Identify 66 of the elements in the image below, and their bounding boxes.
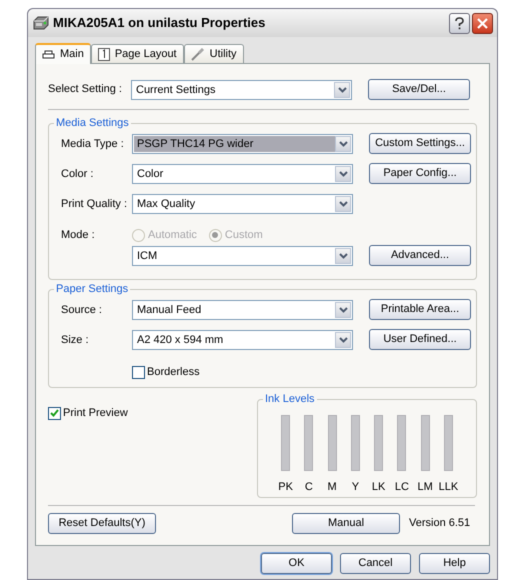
button[interactable]: User Defined...: [369, 329, 471, 350]
dropdown[interactable]: Manual Feed: [132, 300, 353, 320]
ink-label: LLK: [438, 480, 458, 494]
ink-bar: [350, 415, 360, 471]
ink-label: Y: [352, 480, 360, 494]
button[interactable]: Reset Defaults(Y): [48, 513, 156, 534]
field-label: Size :: [61, 333, 90, 348]
dropdown-value: ICM: [136, 249, 158, 264]
dropdown[interactable]: Color: [132, 164, 353, 184]
printer-icon: [32, 15, 50, 31]
button[interactable]: Paper Config...: [369, 163, 471, 184]
field-label: Media Type :: [61, 137, 125, 152]
ink-label: C: [304, 480, 313, 494]
dropdown-value: A2 420 x 594 mm: [136, 333, 224, 348]
dropdown[interactable]: Current Settings: [131, 80, 352, 100]
close-button[interactable]: [472, 12, 493, 34]
wrench-icon: [190, 48, 205, 60]
dropdown-value: Manual Feed: [136, 303, 202, 318]
checkbox[interactable]: Print Preview: [48, 405, 128, 422]
ink-bar: [444, 415, 453, 471]
button[interactable]: Printable Area...: [369, 299, 471, 320]
version-text: Version 6.51: [409, 516, 470, 532]
button[interactable]: Advanced...: [369, 245, 471, 266]
dropdown[interactable]: A2 420 x 594 mm: [132, 330, 353, 350]
dropdown-value: Max Quality: [136, 197, 196, 212]
group-title: Media Settings: [54, 116, 131, 130]
dropdown[interactable]: Max Quality: [132, 194, 353, 214]
ink-bar: [304, 415, 314, 471]
ink-bar: [397, 415, 406, 471]
button[interactable]: Custom Settings...: [369, 133, 471, 154]
field-label: Print Quality :: [61, 197, 128, 212]
field-label: Select Setting :: [48, 82, 123, 98]
dropdown-value: PSGP THC14 PG wider: [134, 136, 335, 152]
ink-bar: [328, 415, 337, 471]
dropdown-value: Color: [136, 167, 164, 182]
dropdown[interactable]: ICM: [132, 246, 353, 266]
button[interactable]: Save/Del...: [368, 79, 470, 100]
ink-bar: [374, 415, 384, 471]
checkbox[interactable]: Borderless: [132, 364, 200, 380]
ink-bar: [281, 415, 290, 471]
button[interactable]: Help: [419, 553, 490, 574]
window-title: MIKA205A1 on unilastu Properties: [53, 14, 266, 32]
checkmark-icon: [50, 409, 59, 418]
ink-label: LM: [417, 480, 433, 494]
button[interactable]: OK: [261, 553, 332, 574]
button[interactable]: Cancel: [340, 553, 411, 574]
close-icon: [477, 18, 488, 28]
tab[interactable]: Page Layout: [90, 44, 184, 63]
tab[interactable]: Utility: [184, 44, 244, 63]
tab[interactable]: Main: [35, 43, 91, 64]
dropdown-value: Current Settings: [135, 82, 216, 98]
ink-label: PK: [278, 480, 293, 494]
printer-icon: [42, 50, 55, 60]
ink-label: LC: [394, 480, 409, 494]
ink-label: LK: [372, 480, 386, 494]
page-icon: [98, 48, 110, 60]
dropdown[interactable]: PSGP THC14 PG wider: [132, 134, 353, 154]
ink-label: M: [328, 480, 337, 494]
help-button[interactable]: [449, 12, 470, 34]
button[interactable]: Manual: [292, 513, 400, 534]
group-title: Paper Settings: [54, 282, 130, 296]
field-label: Source :: [61, 303, 103, 318]
question-mark-icon: [455, 16, 464, 30]
field-label: Mode :: [61, 228, 96, 243]
ink-bar: [420, 415, 430, 471]
field-label: Color :: [61, 167, 94, 182]
